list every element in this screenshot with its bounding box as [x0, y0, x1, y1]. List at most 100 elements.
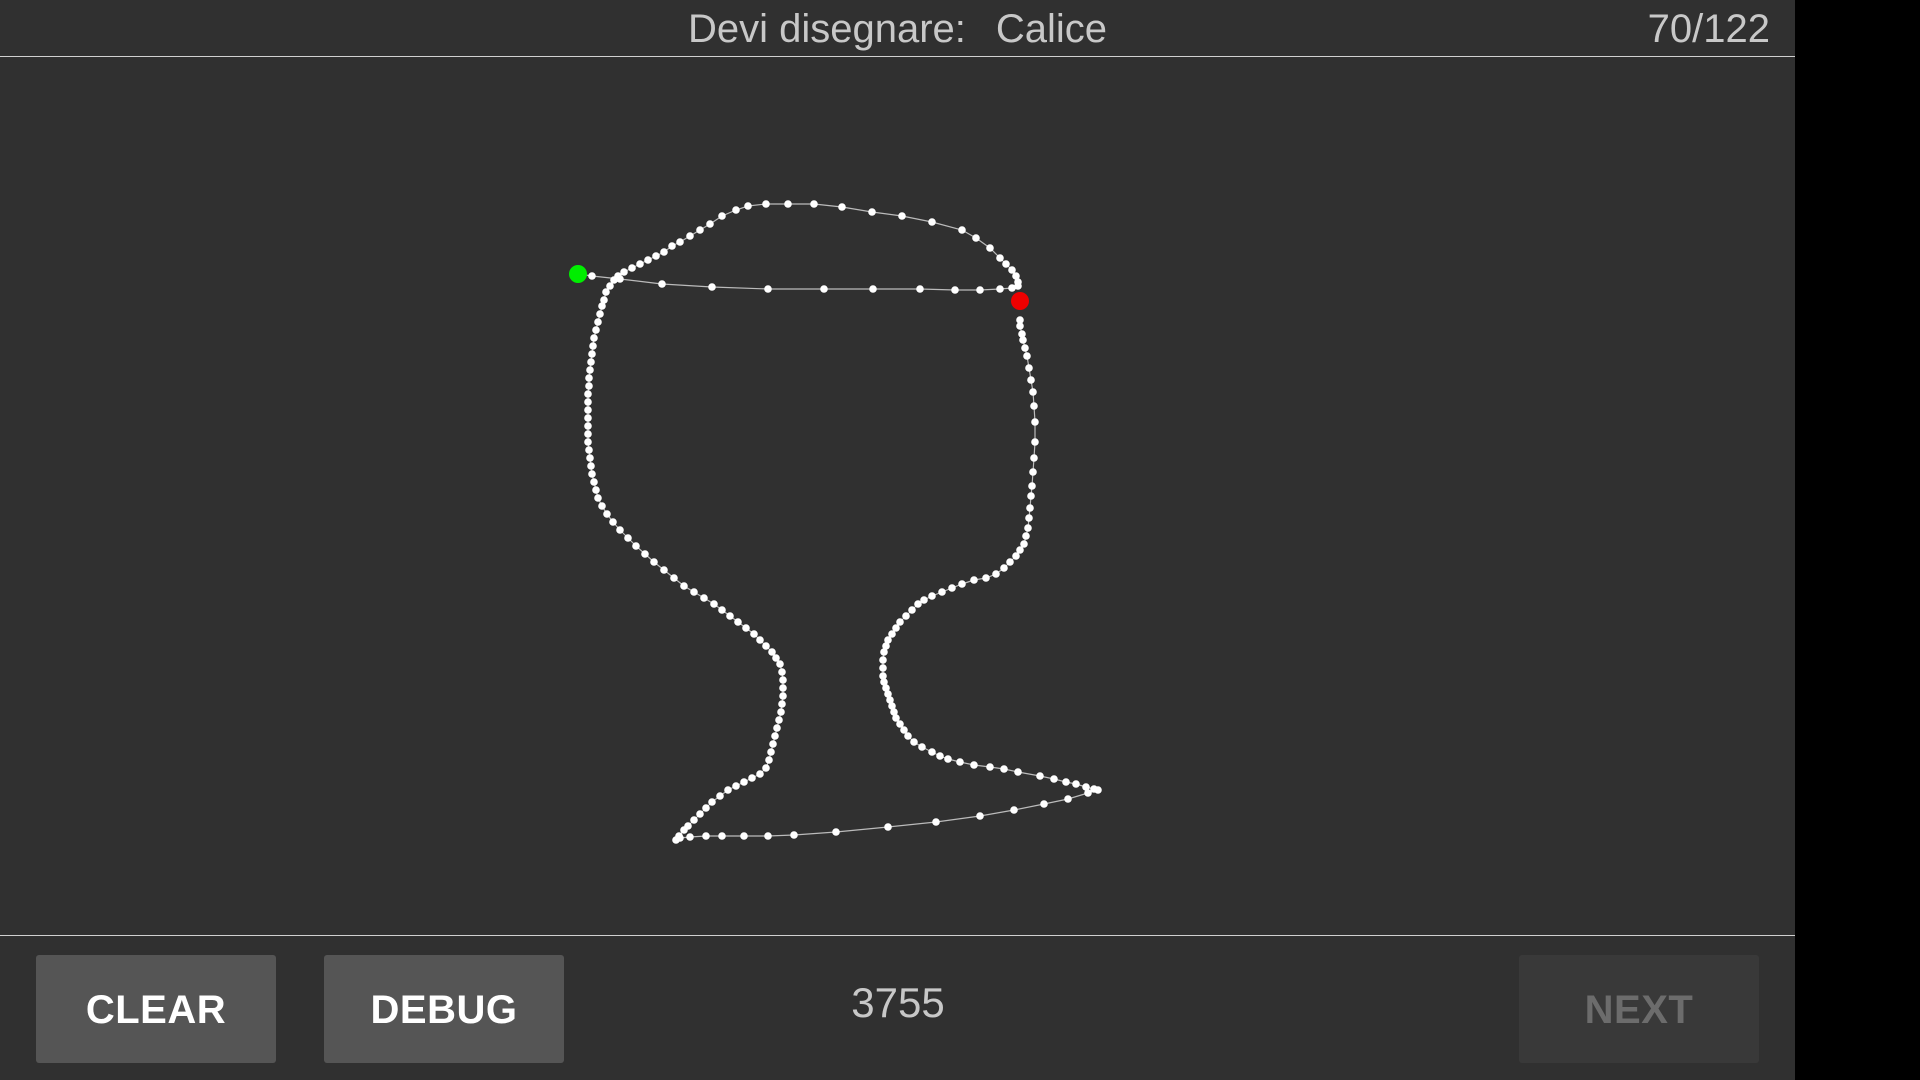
- sketch-point: [920, 596, 928, 604]
- prompt-word: Calice: [995, 7, 1108, 51]
- sketch-point: [832, 828, 840, 836]
- sketch-point: [996, 285, 1004, 293]
- sketch-point: [762, 642, 770, 650]
- sketch-point: [584, 438, 592, 446]
- sketch-point: [896, 618, 904, 626]
- sketch-point: [928, 218, 936, 226]
- sketch-point: [686, 232, 694, 240]
- sketch-point: [587, 358, 595, 366]
- sketch-point: [676, 238, 684, 246]
- sketch-point: [1040, 800, 1048, 808]
- drawing-canvas[interactable]: [0, 58, 1795, 934]
- sketch-point: [1025, 514, 1033, 522]
- footer-bar: CLEAR DEBUG 3755 NEXT: [0, 935, 1795, 1080]
- sketch-point: [771, 732, 779, 740]
- sketch-point: [1031, 418, 1039, 426]
- sketch-point: [1024, 524, 1032, 532]
- sketch-point: [779, 676, 787, 684]
- sketch-point: [1029, 388, 1037, 396]
- sketch-point: [769, 740, 777, 748]
- sketch-point: [1016, 316, 1024, 324]
- sketch-point: [982, 574, 990, 582]
- sketch-point: [1029, 468, 1037, 476]
- sketch-point: [584, 422, 592, 430]
- sketch-point: [776, 660, 784, 668]
- sketch-point: [762, 764, 770, 772]
- sketch-point: [944, 755, 952, 763]
- sketch-point: [590, 334, 598, 342]
- sketch-point: [594, 318, 602, 326]
- sketch-point: [908, 606, 916, 614]
- sketch-point: [820, 285, 828, 293]
- sketch-point: [660, 248, 668, 256]
- sketch-point: [1018, 330, 1026, 338]
- drawing-prompt: Devi disegnare: Calice: [0, 6, 1795, 52]
- sketch-point: [884, 823, 892, 831]
- sketch-point: [838, 203, 846, 211]
- sketch-point: [584, 406, 592, 414]
- sketch-point: [1021, 344, 1029, 352]
- sketch-point: [740, 832, 748, 840]
- sketch-point: [670, 574, 678, 582]
- sketch-point: [690, 588, 698, 596]
- sketch-point: [970, 576, 978, 584]
- header-bar: Devi disegnare: Calice 70/122: [0, 0, 1795, 57]
- sketch-svg: [569, 200, 1102, 844]
- sketch-point: [810, 200, 818, 208]
- clear-button[interactable]: CLEAR: [36, 955, 276, 1063]
- sketch-point: [976, 812, 984, 820]
- sketch-point: [916, 285, 924, 293]
- sketch-point: [1025, 364, 1033, 372]
- next-button[interactable]: NEXT: [1519, 955, 1759, 1063]
- sketch-point: [587, 462, 595, 470]
- sketch-point: [690, 816, 698, 824]
- sketch-point: [986, 763, 994, 771]
- sketch-point: [616, 526, 624, 534]
- sketch-point: [706, 220, 714, 228]
- sketch-point: [996, 254, 1004, 262]
- sketch-point: [879, 656, 887, 664]
- sketch-point: [696, 226, 704, 234]
- sketch-point: [592, 486, 600, 494]
- sketch-point: [628, 264, 636, 272]
- sketch-point: [928, 592, 936, 600]
- sketch-point: [1000, 564, 1008, 572]
- sketch-point: [777, 708, 785, 716]
- sketch-point: [902, 612, 910, 620]
- sketch-point: [869, 285, 877, 293]
- sketch-point: [1030, 454, 1038, 462]
- sketch-point: [1050, 775, 1058, 783]
- sketch-point: [584, 430, 592, 438]
- sketch-point: [632, 542, 640, 550]
- sketch-point: [596, 310, 604, 318]
- sketch-point: [976, 286, 984, 294]
- sketch-point: [948, 584, 956, 592]
- sketch-point: [958, 226, 966, 234]
- sketch-point: [779, 692, 787, 700]
- sketch-point: [710, 600, 718, 608]
- sketch-point: [650, 558, 658, 566]
- sketch-point: [879, 664, 887, 672]
- debug-button[interactable]: DEBUG: [324, 955, 564, 1063]
- sketch-point: [686, 833, 694, 841]
- sketch-point: [928, 748, 936, 756]
- sketch-point: [588, 350, 596, 358]
- sketch-point: [778, 668, 786, 676]
- sketch-point: [1027, 492, 1035, 500]
- sketch-point: [868, 208, 876, 216]
- sketch-point: [992, 570, 1000, 578]
- sketch-point: [726, 612, 734, 620]
- sketch-point: [779, 684, 787, 692]
- sketch-point: [1090, 785, 1098, 793]
- sketch-point: [764, 285, 772, 293]
- sketch-point: [636, 260, 644, 268]
- sketch-point: [762, 200, 770, 208]
- sketch-point: [742, 624, 750, 632]
- sketch-point: [778, 700, 786, 708]
- drawing-app: Devi disegnare: Calice 70/122 CLEAR DEBUG…: [0, 0, 1795, 1080]
- sketch-point: [750, 630, 758, 638]
- sketch-point: [764, 832, 772, 840]
- sketch-point: [773, 724, 781, 732]
- sketch-point: [644, 256, 652, 264]
- sketch-point: [592, 326, 600, 334]
